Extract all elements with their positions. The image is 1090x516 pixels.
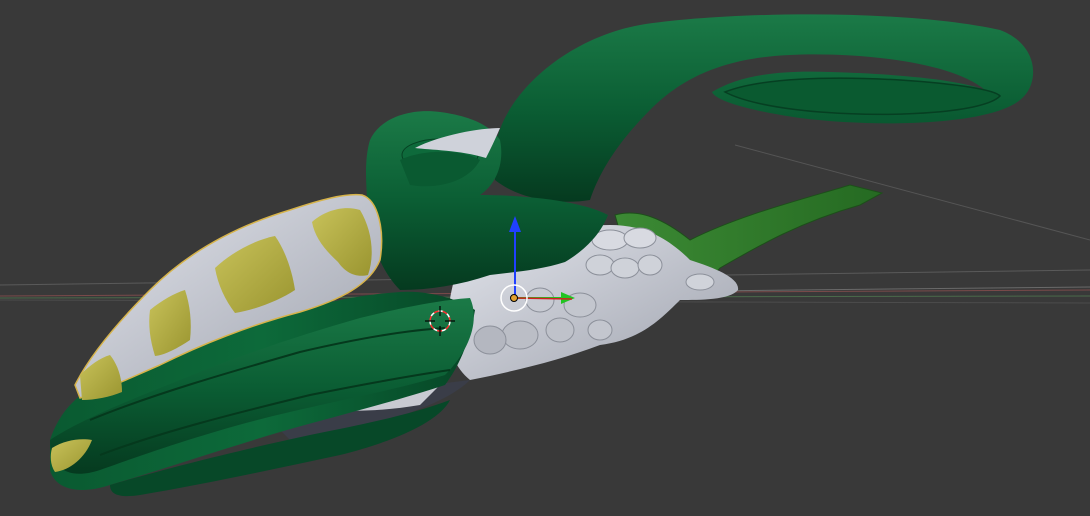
spaceship-model[interactable] — [50, 14, 1034, 497]
gizmo-x-axis — [514, 297, 573, 300]
object-origin-icon — [510, 294, 518, 302]
viewport-scene[interactable] — [0, 0, 1090, 516]
3d-viewport[interactable] — [0, 0, 1090, 516]
